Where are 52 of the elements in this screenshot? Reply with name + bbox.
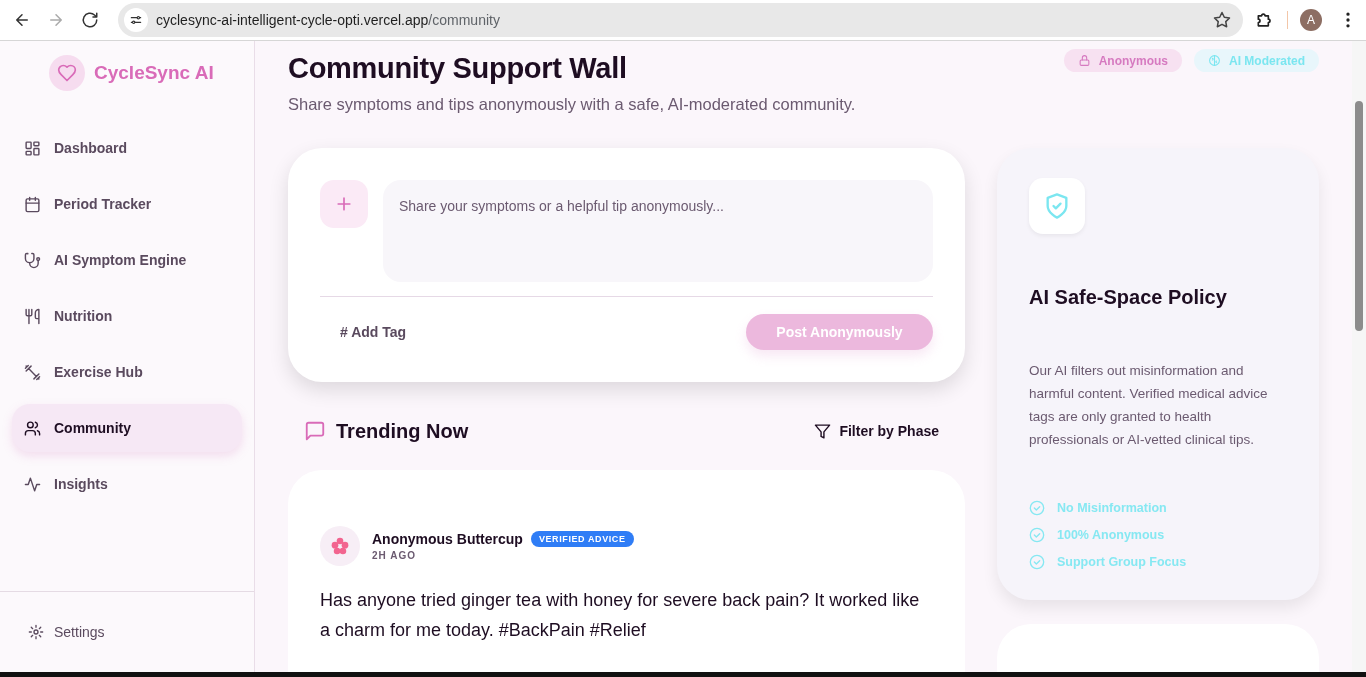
nav-item[interactable]: Nutrition (12, 292, 242, 340)
scrollbar[interactable] (1352, 41, 1366, 672)
filter-icon (814, 422, 832, 440)
nav-item[interactable]: Community (12, 404, 242, 452)
profile-avatar[interactable]: A (1300, 9, 1322, 31)
settings-item[interactable]: Settings (0, 591, 254, 672)
chat-bubble-icon (304, 420, 326, 442)
site-settings-icon[interactable] (129, 13, 143, 27)
policy-point: 100% Anonymous (1057, 528, 1165, 542)
check-circle-icon (1029, 554, 1045, 570)
brand-name: CycleSync AI (94, 62, 214, 84)
pulse-icon (24, 475, 41, 493)
section-heading: Trending Now (336, 419, 469, 443)
status-badge: Anonymous (1063, 49, 1182, 72)
post-input[interactable]: Share your symptoms or a helpful tip anonymously... (383, 180, 933, 282)
lock-icon (1077, 54, 1091, 67)
scrollbar-thumb[interactable] (1355, 101, 1363, 331)
star-icon[interactable] (1213, 11, 1231, 29)
nav-item[interactable]: Dashboard (12, 124, 242, 172)
author-name: Anonymous Buttercup (372, 531, 523, 547)
flower-icon (330, 536, 350, 556)
status-badge: AI Moderated (1194, 49, 1319, 72)
utensils-icon (24, 307, 41, 325)
policy-point: No Misinformation (1057, 501, 1167, 515)
forward-icon (47, 11, 65, 29)
stethoscope-icon (24, 251, 41, 269)
add-tag-button[interactable]: # Add Tag (320, 324, 407, 340)
policy-point: Support Group Focus (1057, 555, 1187, 569)
check-circle-icon (1029, 500, 1045, 516)
page-title: Community Support Wall (288, 52, 628, 85)
dumbbell-icon (24, 363, 41, 381)
nav-item[interactable]: Period Tracker (12, 180, 242, 228)
back-icon (13, 11, 31, 29)
nav-item[interactable]: AI Symptom Engine (12, 236, 242, 284)
heart-icon (57, 63, 77, 83)
policy-text: Our AI filters out misinformation and harmful content. Verified medical advice tags are only granted to health professionals or AI-vetted clinical tips. (1029, 362, 1269, 449)
grid-icon (24, 139, 41, 157)
filter-button[interactable]: Filter by Phase (814, 422, 939, 440)
address-bar[interactable]: cyclesync-ai-intelligent-cycle-opti.vercel.app/community (118, 3, 1243, 37)
check-circle-icon (1029, 527, 1045, 543)
post-text: Has anyone tried ginger tea with honey for severe back pain? It worked like a charm for me today. #BackPain #Relief (320, 589, 921, 642)
nav-item[interactable]: Insights (12, 460, 242, 508)
calendar-icon (24, 195, 41, 213)
url-host: cyclesync-ai-intelligent-cycle-opti.vercel.app (156, 12, 429, 28)
url-path: /community (428, 12, 500, 28)
nav-item[interactable]: Exercise Hub (12, 348, 242, 396)
policy-title: AI Safe-Space Policy (1029, 286, 1228, 309)
users-icon (24, 419, 41, 437)
reload-icon (81, 11, 99, 29)
page-subtitle: Share symptoms and tips anonymously with a safe, AI-moderated community. (288, 95, 856, 114)
post-time: 2H AGO (372, 550, 417, 561)
verified-badge: VERIFIED ADVICE (530, 531, 634, 547)
